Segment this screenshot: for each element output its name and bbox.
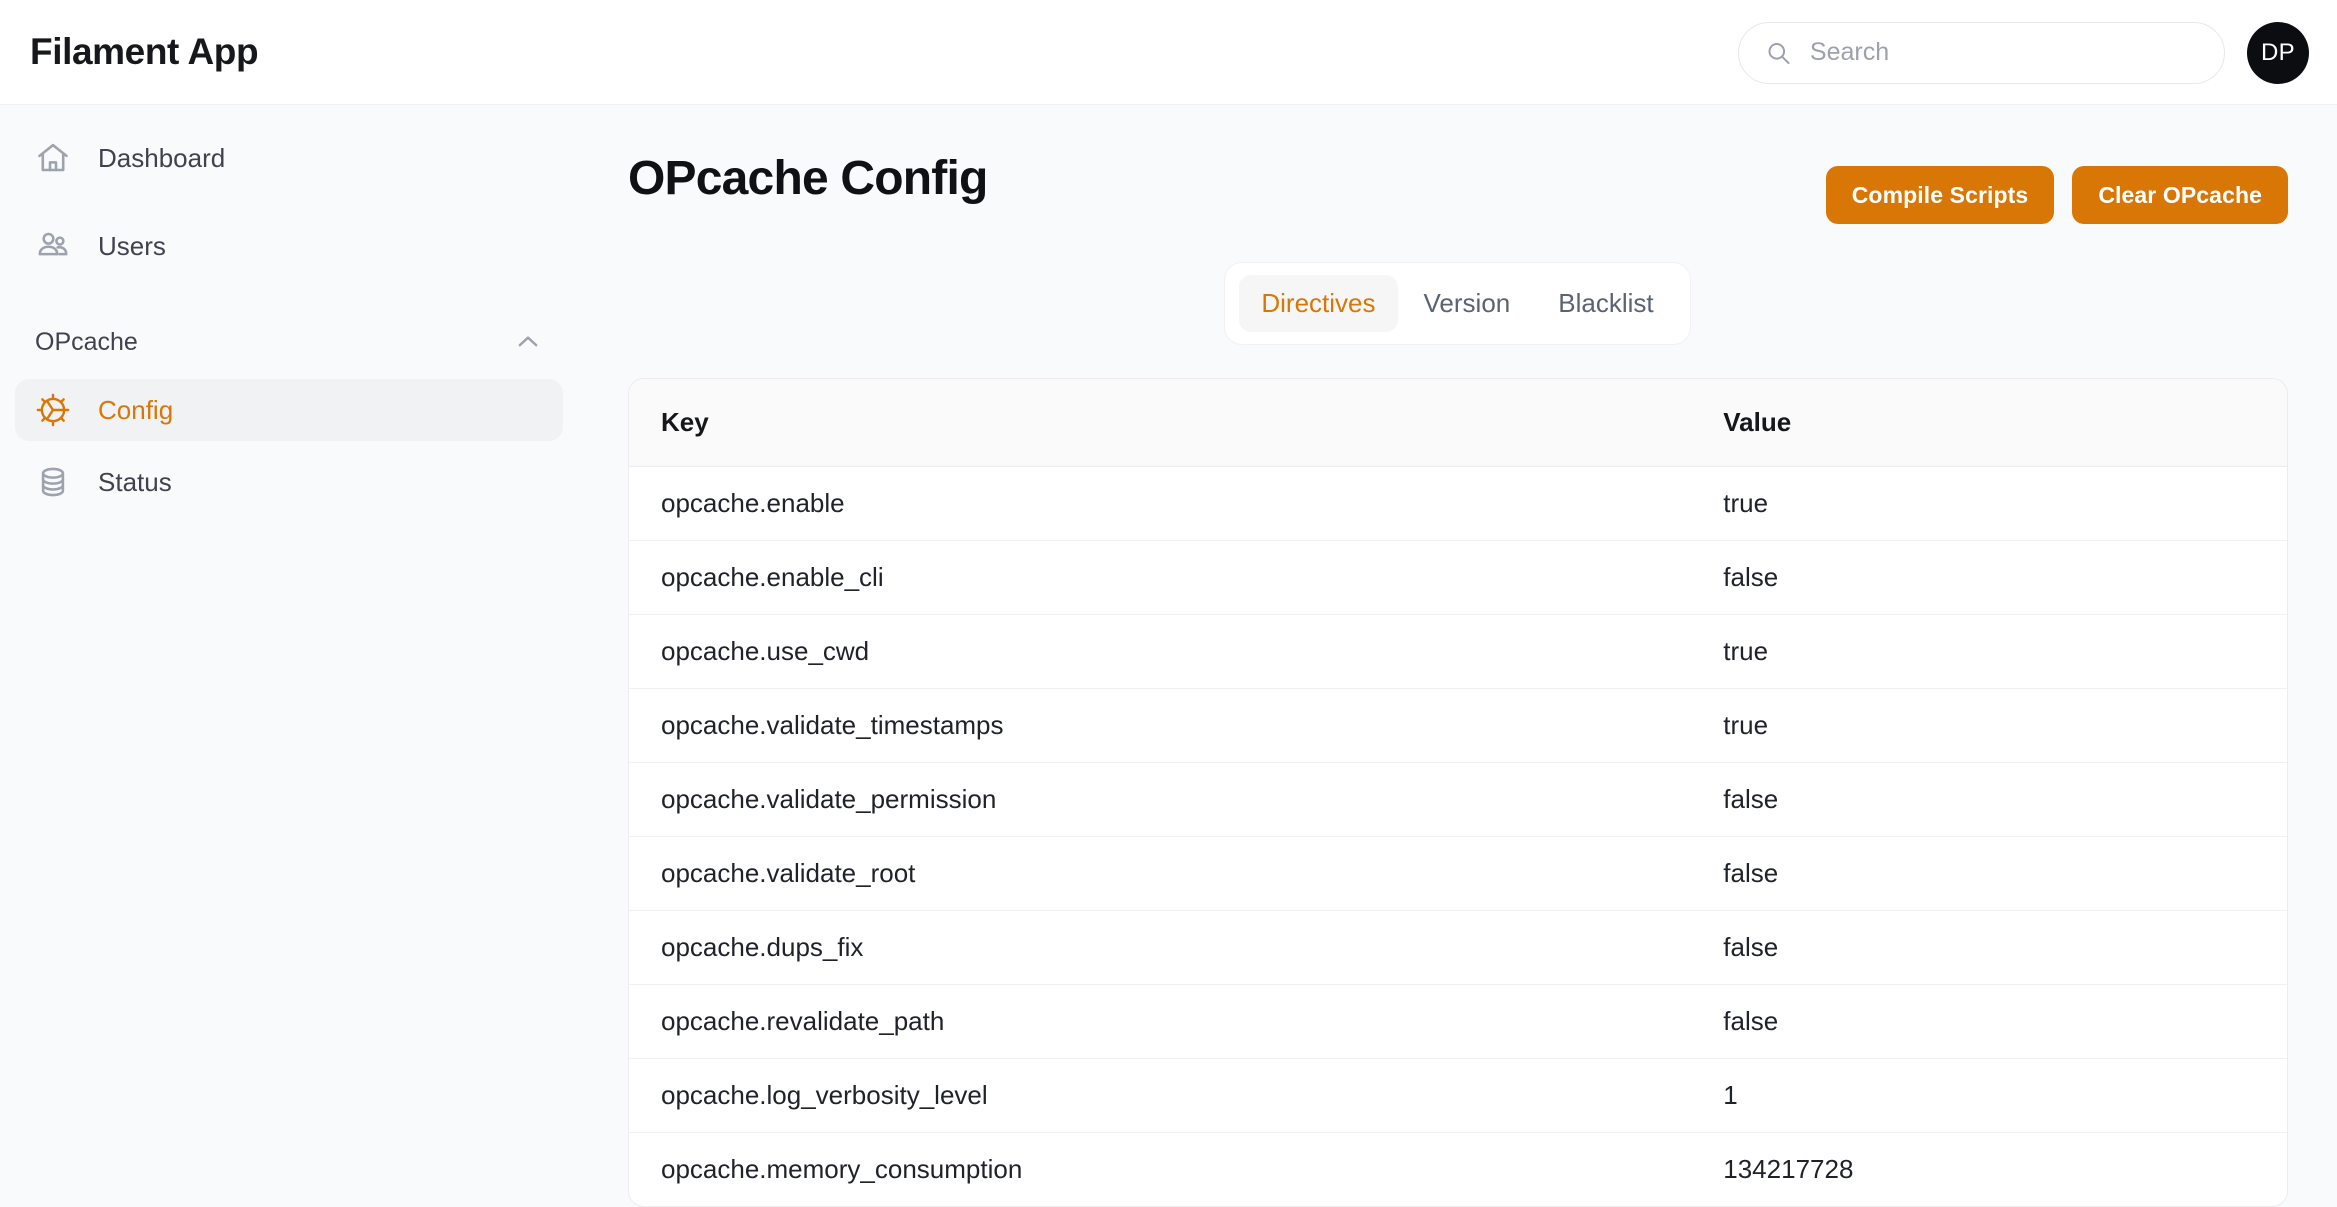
cell-key: opcache.enable <box>629 466 1724 541</box>
sidebar-item-label: Config <box>98 394 174 425</box>
sidebar-group-label: OPcache <box>35 327 138 356</box>
cell-value: true <box>1723 466 2287 541</box>
table-head: Key Value <box>629 379 2287 467</box>
compile-scripts-button[interactable]: Compile Scripts <box>1825 166 2055 224</box>
cell-key: opcache.revalidate_path <box>629 984 1724 1059</box>
table-row: opcache.enable_cli false <box>629 540 2287 615</box>
cell-value: false <box>1723 910 2287 985</box>
cell-key: opcache.validate_root <box>629 836 1724 911</box>
database-icon <box>41 467 65 497</box>
directives-table-card: Key Value opcache.enable true opcache.enab… <box>628 378 2288 1207</box>
table-body: opcache.enable true opcache.enable_cli fals… <box>629 466 2287 1207</box>
cell-value: false <box>1723 836 2287 911</box>
cell-value: true <box>1723 688 2287 763</box>
top-bar: Filament App DP <box>0 0 2337 105</box>
table-row: opcache.dups_fix false <box>629 910 2287 985</box>
sidebar-item-config[interactable]: Config <box>15 379 563 441</box>
sidebar-group-opcache[interactable]: OPcache <box>15 315 563 369</box>
sidebar-item-label: Users <box>98 230 166 261</box>
table-row: opcache.validate_permission false <box>629 762 2287 837</box>
sidebar-item-label: Status <box>98 466 172 497</box>
tab-bar: Directives Version Blacklist <box>1224 262 1691 345</box>
search-icon <box>1768 42 1790 64</box>
cell-value: 1 <box>1723 1058 2287 1133</box>
table-row: opcache.validate_root false <box>629 836 2287 911</box>
tabs-row: Directives Version Blacklist <box>578 262 2337 345</box>
cell-value: 134217728 <box>1723 1154 1854 1184</box>
page-title: OPcache Config <box>628 152 988 205</box>
main-content: OPcache Config Compile Scripts Clear OPc… <box>578 105 2337 1207</box>
sidebar-item-status[interactable]: Status <box>15 451 563 513</box>
cell-key: opcache.enable_cli <box>629 540 1724 615</box>
search-input[interactable] <box>1809 38 2198 67</box>
table-header-row: Key Value <box>629 379 2287 467</box>
users-icon <box>38 232 68 256</box>
cell-key: opcache.use_cwd <box>629 614 1724 689</box>
cell-key: opcache.log_verbosity_level <box>629 1058 1724 1133</box>
page-header: OPcache Config Compile Scripts Clear OPc… <box>578 105 2337 224</box>
cell-key: opcache.validate_timestamps <box>629 688 1724 763</box>
column-header-key[interactable]: Key <box>629 379 1724 467</box>
cell-value: false <box>1723 984 2287 1059</box>
cell-key: opcache.dups_fix <box>629 910 1724 985</box>
cell-value: true <box>1723 614 2287 689</box>
cell-value: false <box>1723 762 2287 837</box>
sidebar-item-users[interactable]: Users <box>15 215 563 277</box>
table-row: opcache.log_verbosity_level 1 <box>629 1058 2287 1133</box>
tab-blacklist[interactable]: Blacklist <box>1536 275 1675 332</box>
tab-directives[interactable]: Directives <box>1239 275 1398 332</box>
app-brand-title: Filament App <box>30 31 259 72</box>
cog-icon <box>36 393 70 427</box>
chevron-up-icon[interactable] <box>513 327 543 357</box>
table-row: opcache.memory_consumption 134217728 <box>629 1133 2287 1207</box>
top-bar-right-cluster: DP <box>1738 0 2309 105</box>
home-icon <box>38 143 68 172</box>
table-row: opcache.enable true <box>629 466 2287 541</box>
sidebar: Dashboard Users OPcache Config Status <box>0 105 578 1185</box>
table-row: opcache.validate_timestamps true <box>629 688 2287 763</box>
avatar[interactable]: DP <box>2247 21 2309 84</box>
table-row: opcache.revalidate_path false <box>629 984 2287 1059</box>
page-actions: Compile Scripts Clear OPcache <box>1825 166 2288 224</box>
cell-key: opcache.validate_permission <box>629 762 1724 837</box>
sidebar-item-label: Dashboard <box>98 142 226 173</box>
cell-value: false <box>1723 540 2287 615</box>
clear-opcache-button[interactable]: Clear OPcache <box>2072 166 2288 224</box>
sidebar-item-dashboard[interactable]: Dashboard <box>15 127 563 189</box>
tab-version[interactable]: Version <box>1402 275 1533 332</box>
cell-key: opcache.memory_consumption <box>661 1154 1023 1184</box>
table-row: opcache.use_cwd true <box>629 614 2287 689</box>
directives-table: Key Value opcache.enable true opcache.enab… <box>629 379 2287 1206</box>
column-header-value[interactable]: Value <box>1723 379 2287 467</box>
search-box[interactable] <box>1738 21 2225 84</box>
